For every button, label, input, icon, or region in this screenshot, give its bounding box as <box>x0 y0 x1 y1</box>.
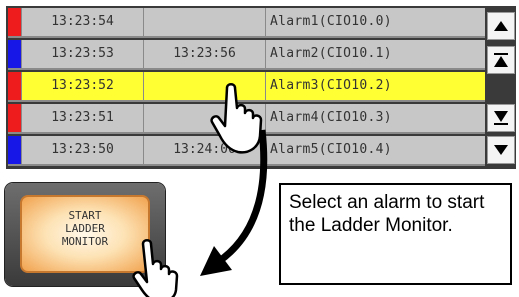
hand-pointer-icon <box>132 239 179 297</box>
annotation-overlay <box>132 83 268 297</box>
hand-pointer-icon <box>210 83 263 154</box>
